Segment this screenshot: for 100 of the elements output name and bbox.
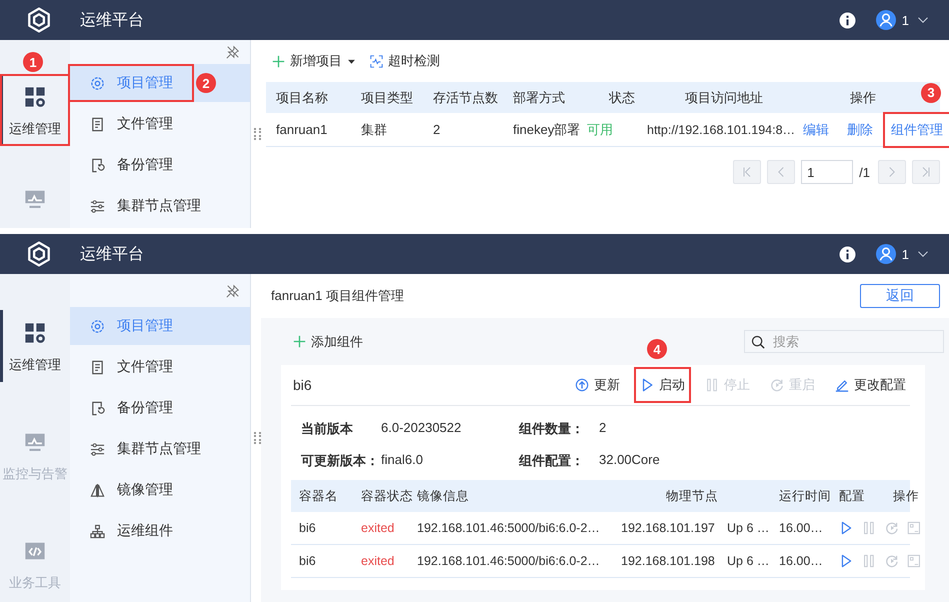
back-button[interactable]: 返回 [860, 284, 940, 308]
user-name[interactable]: 1 [902, 12, 909, 28]
play-icon [640, 378, 654, 392]
last-page-button[interactable] [912, 160, 940, 184]
menu-item[interactable]: 文件管理 [70, 348, 250, 386]
url-cell-text: http://192.168.101.194:8… [647, 122, 796, 136]
column-header: 镜像信息 [416, 488, 470, 504]
table-cell-text: Up 6 … [726, 554, 770, 568]
last-page-icon [920, 166, 932, 178]
module-item[interactable]: 运维管理 [0, 74, 70, 146]
column-header: 项目类型 [360, 88, 414, 106]
status-text: 可用 [586, 120, 614, 138]
first-page-button[interactable] [733, 160, 762, 184]
menu-label: 集群节点管理 [117, 197, 201, 215]
menu-label: 集群节点管理 [117, 440, 201, 458]
table-cell-text: 192.168.101.198 [620, 554, 716, 568]
module-label: 运维管理 [9, 120, 61, 138]
column-header: 状态 [608, 88, 636, 106]
table-cell-text: 16.00… [778, 554, 824, 568]
action-link[interactable]: 删除 [847, 120, 873, 138]
card-action-button[interactable]: 更改配置 [831, 369, 910, 401]
module-label: 运维管理 [9, 356, 61, 374]
pin-icon[interactable] [226, 284, 240, 298]
column-header: 物理节点 [665, 488, 719, 504]
table-cell-text: Up 6 … [726, 521, 770, 535]
table-cell-text: bi6 [298, 521, 317, 535]
apps-icon [24, 86, 46, 108]
module-label: 监控与告警 [2, 465, 68, 483]
component-name: bi6 [292, 377, 312, 393]
table-cell-text: 192.168.101.46:5000/bi6:6.0-2… [416, 554, 601, 568]
restart-icon [770, 378, 784, 392]
app-title: 运维平台 [80, 244, 144, 264]
pencil-icon [835, 378, 849, 392]
table-cell-text: 集群 [360, 120, 388, 138]
backup-icon [90, 158, 105, 172]
code-icon [24, 540, 46, 562]
info-label: 可更新版本： [301, 452, 380, 470]
status-text: exited [360, 521, 396, 535]
first-page-icon [741, 166, 754, 178]
callout-badge: 4 [647, 339, 667, 359]
module-item[interactable]: 运维管理 [0, 310, 70, 382]
search-icon [751, 335, 765, 349]
menu-item[interactable]: 运维组件 [70, 512, 250, 550]
menu-label: 备份管理 [117, 399, 173, 417]
settings-icon [90, 318, 105, 334]
menu-label: 项目管理 [117, 317, 173, 335]
column-header: 存活节点数 [432, 88, 499, 106]
hierarchy-icon [90, 524, 105, 538]
column-header: 操作 [892, 488, 920, 504]
table-cell-text: 2 [432, 122, 442, 137]
card-action-button[interactable]: 更新 [571, 369, 624, 401]
pin-icon[interactable] [226, 45, 240, 59]
info-label: 组件配置： [519, 452, 585, 470]
table-cell-text: 16.00… [778, 521, 824, 535]
page-title: fanruan1 项目组件管理 [271, 287, 404, 305]
scan-icon [370, 54, 383, 68]
column-header: 运行时间 [778, 488, 831, 504]
avatar-icon[interactable] [876, 244, 896, 264]
mirror-icon [90, 482, 105, 498]
play-icon[interactable] [839, 520, 853, 536]
menu-label: 镜像管理 [117, 481, 173, 499]
menu-label: 文件管理 [117, 115, 173, 133]
toolbar-button[interactable]: 新增项目 [272, 52, 356, 70]
monitor-icon [24, 188, 46, 210]
sliders-icon [90, 198, 105, 214]
document-icon [90, 360, 105, 374]
menu-label: 运维组件 [117, 522, 173, 540]
toolbar-button[interactable]: 超时检测 [370, 52, 440, 70]
info-icon[interactable] [838, 246, 856, 262]
status-text: exited [360, 554, 396, 568]
menu-item[interactable]: 备份管理 [70, 146, 250, 184]
user-name[interactable]: 1 [902, 246, 909, 262]
action-link[interactable]: 组件管理 [885, 114, 949, 146]
callout-badge: 1 [23, 52, 43, 72]
page-input[interactable]: 1 [801, 160, 854, 184]
menu-label: 项目管理 [117, 74, 173, 92]
card-action-button[interactable]: 启动 [636, 369, 689, 401]
resize-handle[interactable] [254, 128, 261, 140]
pause-icon [705, 378, 719, 392]
column-header: 部署方式 [512, 88, 566, 106]
search-field[interactable]: 搜索 [744, 330, 944, 353]
menu-item[interactable]: 镜像管理 [70, 471, 250, 509]
table-cell-text: bi6 [298, 554, 317, 568]
action-link[interactable]: 编辑 [803, 120, 829, 138]
menu-item[interactable]: 文件管理 [70, 105, 250, 143]
info-icon[interactable] [838, 12, 856, 28]
menu-item[interactable]: 备份管理 [70, 389, 250, 427]
table-cell-text: 192.168.101.197 [620, 521, 716, 535]
sliders-icon [90, 442, 105, 456]
menu-item[interactable]: 集群节点管理 [70, 430, 250, 468]
plus-icon [293, 335, 306, 348]
table-cell-text: fanruan1 [275, 122, 328, 137]
menu-label: 备份管理 [117, 156, 173, 174]
info-label: 当前版本 [301, 420, 354, 438]
add-component-button[interactable]: 添加组件 [293, 332, 363, 350]
menu-item[interactable]: 集群节点管理 [70, 187, 250, 225]
module-label: 业务工具 [9, 574, 61, 592]
play-icon[interactable] [839, 553, 853, 569]
apps-icon [24, 322, 46, 344]
avatar-icon[interactable] [876, 10, 896, 30]
